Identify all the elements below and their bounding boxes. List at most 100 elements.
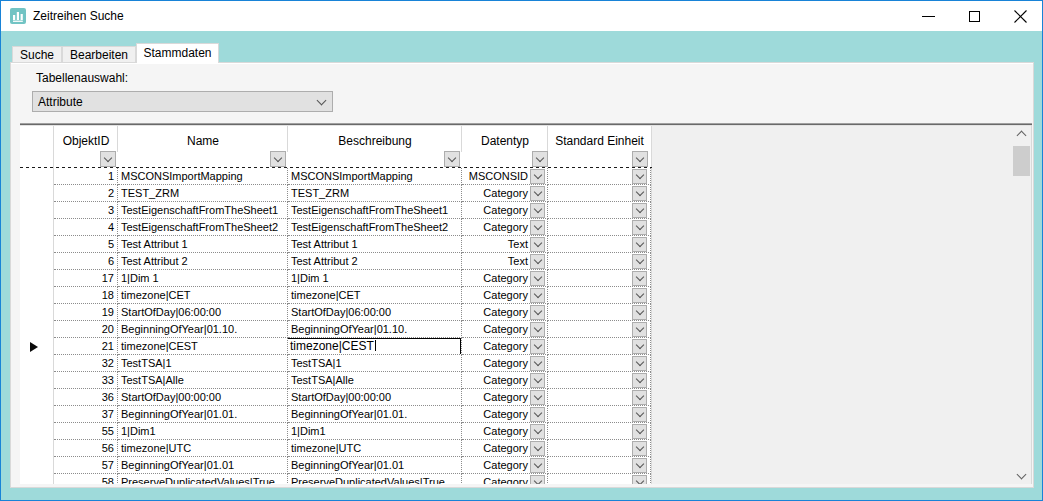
einheit-dropdown[interactable] bbox=[632, 390, 647, 405]
cell-einheit[interactable] bbox=[548, 202, 651, 219]
cell-objektid[interactable]: 21 bbox=[54, 338, 118, 355]
cell-name[interactable]: StartOfDay|00:00:00 bbox=[118, 389, 288, 406]
cell-objektid[interactable]: 57 bbox=[54, 457, 118, 474]
vertical-scrollbar[interactable] bbox=[1013, 125, 1030, 484]
cell-objektid[interactable]: 56 bbox=[54, 440, 118, 457]
cell-name[interactable]: BeginningOfYear|01.01 bbox=[118, 457, 288, 474]
cell-einheit[interactable] bbox=[548, 168, 651, 185]
cell-datentyp[interactable]: Category bbox=[462, 372, 548, 389]
cell-beschreibung[interactable]: TestTSA|Alle bbox=[288, 372, 462, 389]
cell-objektid[interactable]: 5 bbox=[54, 236, 118, 253]
row-header-cell[interactable] bbox=[20, 355, 54, 372]
datentyp-dropdown[interactable] bbox=[530, 288, 545, 303]
cell-einheit[interactable] bbox=[548, 440, 651, 457]
row-header-cell[interactable] bbox=[20, 270, 54, 287]
cell-einheit[interactable] bbox=[548, 372, 651, 389]
scroll-down-button[interactable] bbox=[1013, 467, 1030, 484]
cell-beschreibung[interactable]: timezone|UTC bbox=[288, 440, 462, 457]
datentyp-dropdown[interactable] bbox=[530, 373, 545, 388]
datentyp-dropdown[interactable] bbox=[530, 424, 545, 439]
tab-bearbeiten[interactable]: Bearbeiten bbox=[62, 46, 136, 62]
tab-stammdaten[interactable]: Stammdaten bbox=[136, 43, 219, 63]
cell-objektid[interactable]: 20 bbox=[54, 321, 118, 338]
cell-objektid[interactable]: 17 bbox=[54, 270, 118, 287]
datentyp-dropdown[interactable] bbox=[530, 237, 545, 252]
row-header-cell[interactable] bbox=[20, 185, 54, 202]
cell-beschreibung[interactable]: BeginningOfYear|01.01 bbox=[288, 457, 462, 474]
cell-datentyp[interactable]: Category bbox=[462, 304, 548, 321]
cell-datentyp[interactable]: Text bbox=[462, 253, 548, 270]
titlebar[interactable]: Zeitreihen Suche bbox=[1, 1, 1042, 31]
column-header-datentyp[interactable]: Datentyp bbox=[462, 134, 548, 148]
datentyp-dropdown[interactable] bbox=[530, 220, 545, 235]
einheit-dropdown[interactable] bbox=[632, 254, 647, 269]
cell-objektid[interactable]: 19 bbox=[54, 304, 118, 321]
datentyp-dropdown[interactable] bbox=[530, 356, 545, 371]
cell-einheit[interactable] bbox=[548, 219, 651, 236]
row-header-cell[interactable] bbox=[20, 338, 54, 355]
column-header-name[interactable]: Name bbox=[118, 134, 288, 148]
cell-objektid[interactable]: 37 bbox=[54, 406, 118, 423]
einheit-dropdown[interactable] bbox=[632, 203, 647, 218]
row-header-cell[interactable] bbox=[20, 321, 54, 338]
cell-name[interactable]: BeginningOfYear|01.01. bbox=[118, 406, 288, 423]
row-header-cell[interactable] bbox=[20, 219, 54, 236]
einheit-dropdown[interactable] bbox=[632, 356, 647, 371]
datentyp-dropdown[interactable] bbox=[530, 169, 545, 184]
filter-dropdown-datentyp[interactable] bbox=[532, 151, 548, 167]
cell-name[interactable]: MSCONSImportMapping bbox=[118, 168, 288, 185]
cell-einheit[interactable] bbox=[548, 287, 651, 304]
cell-datentyp[interactable]: MSCONSID bbox=[462, 168, 548, 185]
cell-name[interactable]: TestEigenschaftFromTheSheet1 bbox=[118, 202, 288, 219]
cell-name[interactable]: Test Attribut 1 bbox=[118, 236, 288, 253]
filter-dropdown-name[interactable] bbox=[270, 151, 286, 167]
row-header-cell[interactable] bbox=[20, 406, 54, 423]
cell-name[interactable]: TEST_ZRM bbox=[118, 185, 288, 202]
row-header-cell[interactable] bbox=[20, 372, 54, 389]
column-header-einheit[interactable]: Standard Einheit bbox=[548, 134, 651, 148]
cell-einheit[interactable] bbox=[548, 185, 651, 202]
einheit-dropdown[interactable] bbox=[632, 424, 647, 439]
cell-datentyp[interactable]: Category bbox=[462, 202, 548, 219]
cell-objektid[interactable]: 6 bbox=[54, 253, 118, 270]
einheit-dropdown[interactable] bbox=[632, 169, 647, 184]
cell-objektid[interactable]: 33 bbox=[54, 372, 118, 389]
cell-datentyp[interactable]: Category bbox=[462, 287, 548, 304]
cell-datentyp[interactable]: Category bbox=[462, 270, 548, 287]
cell-beschreibung[interactable]: StartOfDay|00:00:00 bbox=[288, 389, 462, 406]
cell-beschreibung[interactable]: StartOfDay|06:00:00 bbox=[288, 304, 462, 321]
cell-beschreibung[interactable]: PreserveDuplicatedValues|True bbox=[288, 474, 462, 484]
datentyp-dropdown[interactable] bbox=[530, 203, 545, 218]
cell-einheit[interactable] bbox=[548, 355, 651, 372]
filter-dropdown-objektid[interactable] bbox=[100, 151, 116, 167]
row-header-cell[interactable] bbox=[20, 474, 54, 484]
cell-objektid[interactable]: 4 bbox=[54, 219, 118, 236]
cell-name[interactable]: timezone|CET bbox=[118, 287, 288, 304]
cell-datentyp[interactable]: Category bbox=[462, 406, 548, 423]
einheit-dropdown[interactable] bbox=[632, 220, 647, 235]
cell-objektid[interactable]: 32 bbox=[54, 355, 118, 372]
einheit-dropdown[interactable] bbox=[632, 475, 647, 485]
row-header-cell[interactable] bbox=[20, 389, 54, 406]
row-header-cell[interactable] bbox=[20, 457, 54, 474]
row-header-cell[interactable] bbox=[20, 253, 54, 270]
cell-name[interactable]: 1|Dim1 bbox=[118, 423, 288, 440]
cell-name[interactable]: TestEigenschaftFromTheSheet2 bbox=[118, 219, 288, 236]
cell-objektid[interactable]: 1 bbox=[54, 168, 118, 185]
cell-name[interactable]: StartOfDay|06:00:00 bbox=[118, 304, 288, 321]
cell-datentyp[interactable]: Category bbox=[462, 423, 548, 440]
einheit-dropdown[interactable] bbox=[632, 441, 647, 456]
datentyp-dropdown[interactable] bbox=[530, 254, 545, 269]
cell-beschreibung[interactable]: 1|Dim1 bbox=[288, 423, 462, 440]
cell-einheit[interactable] bbox=[548, 423, 651, 440]
cell-objektid[interactable]: 36 bbox=[54, 389, 118, 406]
maximize-button[interactable] bbox=[951, 1, 997, 31]
datentyp-dropdown[interactable] bbox=[530, 441, 545, 456]
minimize-button[interactable] bbox=[905, 1, 951, 31]
datentyp-dropdown[interactable] bbox=[530, 271, 545, 286]
cell-datentyp[interactable]: Category bbox=[462, 219, 548, 236]
cell-einheit[interactable] bbox=[548, 389, 651, 406]
cell-beschreibung[interactable]: timezone|CET bbox=[288, 287, 462, 304]
cell-objektid[interactable]: 55 bbox=[54, 423, 118, 440]
cell-einheit[interactable] bbox=[548, 474, 651, 484]
